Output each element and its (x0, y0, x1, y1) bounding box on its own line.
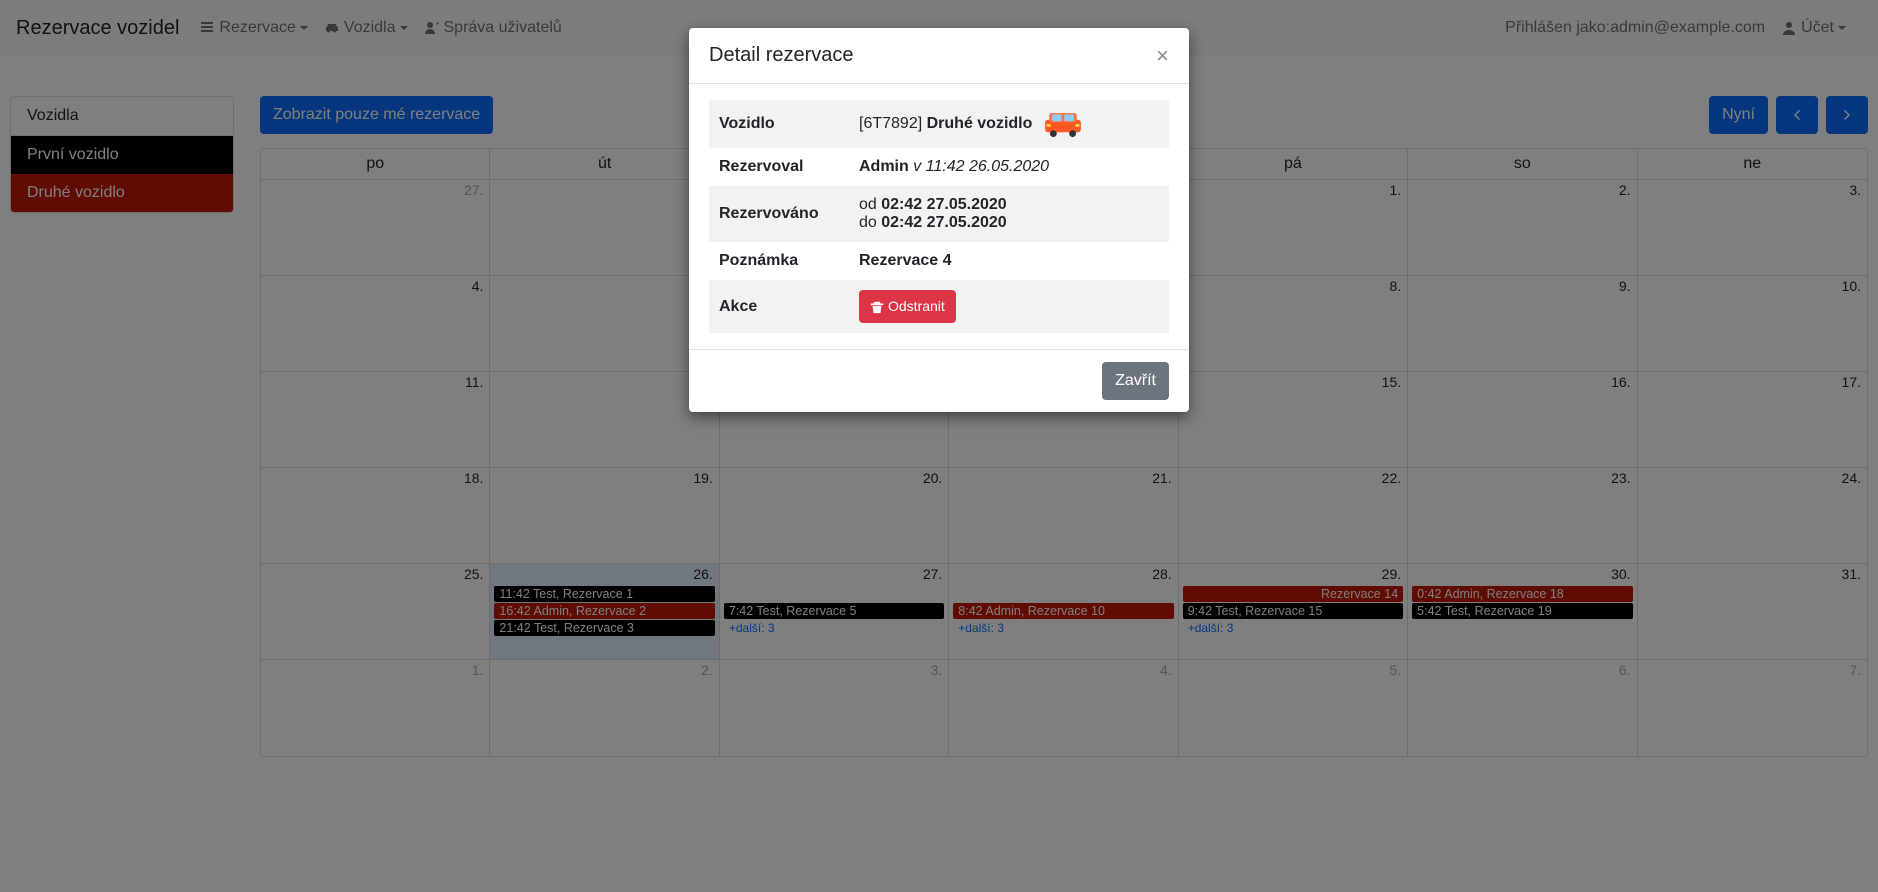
modal-close-button[interactable]: × (1156, 45, 1169, 67)
modal-overlay[interactable]: Detail rezervace × Vozidlo [6T7892] Druh… (0, 0, 1878, 892)
delete-reservation-button[interactable]: Odstranit (859, 290, 956, 323)
value-note: Rezervace 4 (849, 242, 1169, 280)
value-reserved-for: od 02:42 27.05.2020 do 02:42 27.05.2020 (849, 186, 1169, 242)
value-reserved-by: Admin v 11:42 26.05.2020 (849, 148, 1169, 186)
reservation-detail-modal: Detail rezervace × Vozidlo [6T7892] Druh… (689, 28, 1189, 412)
label-reserved-by: Rezervoval (709, 148, 849, 186)
modal-close-footer-button[interactable]: Zavřít (1102, 362, 1169, 400)
label-vehicle: Vozidlo (709, 100, 849, 148)
trash-icon (870, 300, 884, 314)
close-icon: × (1156, 43, 1169, 68)
value-vehicle: [6T7892] Druhé vozidlo (849, 100, 1169, 148)
car-icon (1041, 110, 1085, 138)
label-reserved-for: Rezervováno (709, 186, 849, 242)
label-note: Poznámka (709, 242, 849, 280)
modal-title: Detail rezervace (709, 44, 1156, 67)
reservation-detail-table: Vozidlo [6T7892] Druhé vozidlo (709, 100, 1169, 333)
label-action: Akce (709, 280, 849, 333)
